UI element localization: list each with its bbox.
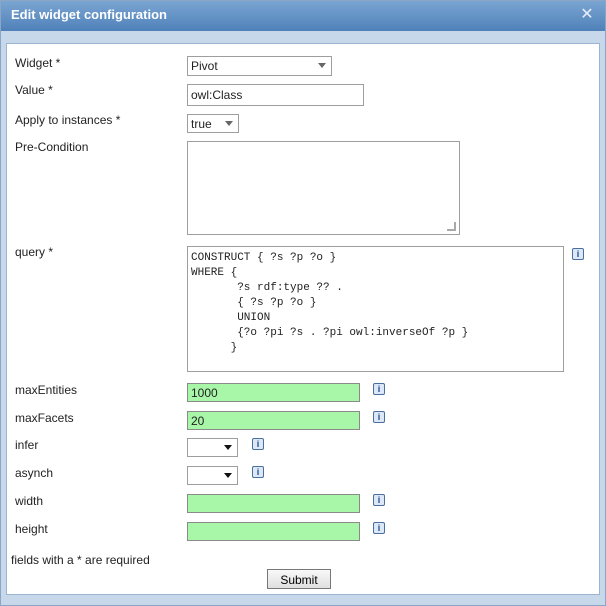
- asynch-label: asynch: [15, 466, 54, 480]
- dialog-titlebar: Edit widget configuration ✕: [1, 1, 605, 31]
- widget-config-dialog: Edit widget configuration ✕ Widget * Piv…: [0, 0, 606, 606]
- widget-select-value: Pivot: [191, 59, 218, 73]
- info-icon-query[interactable]: i: [572, 248, 584, 260]
- width-label: width: [15, 494, 44, 508]
- resize-grip-icon[interactable]: [447, 222, 456, 231]
- max-entities-label: maxEntities: [15, 383, 78, 397]
- value-input[interactable]: owl:Class: [187, 84, 364, 106]
- info-icon-width[interactable]: i: [373, 494, 385, 506]
- infer-label: infer: [15, 438, 39, 452]
- apply-instances-select[interactable]: true: [187, 114, 239, 133]
- max-facets-label: maxFacets: [15, 411, 74, 425]
- query-label: query *: [15, 245, 54, 259]
- close-icon[interactable]: ✕: [579, 7, 595, 23]
- info-icon-infer[interactable]: i: [252, 438, 264, 450]
- chevron-down-icon: [224, 445, 232, 450]
- apply-instances-value: true: [191, 117, 212, 131]
- height-input[interactable]: [187, 522, 360, 541]
- chevron-down-icon: [225, 121, 233, 126]
- dialog-title: Edit widget configuration: [11, 7, 167, 22]
- widget-select[interactable]: Pivot: [187, 56, 332, 76]
- submit-button[interactable]: Submit: [267, 569, 331, 589]
- asynch-select[interactable]: [187, 466, 238, 485]
- max-facets-input[interactable]: 20: [187, 411, 360, 430]
- chevron-down-icon: [224, 473, 232, 478]
- info-icon-max-facets[interactable]: i: [373, 411, 385, 423]
- info-icon-height[interactable]: i: [373, 522, 385, 534]
- value-label: Value *: [15, 83, 53, 97]
- apply-instances-label: Apply to instances *: [15, 113, 121, 127]
- max-entities-input[interactable]: 1000: [187, 383, 360, 402]
- chevron-down-icon: [318, 63, 326, 68]
- form-panel: Widget * Pivot Value * owl:Class Apply t…: [6, 43, 600, 595]
- width-input[interactable]: [187, 494, 360, 513]
- height-label: height: [15, 522, 48, 536]
- info-icon-max-entities[interactable]: i: [373, 383, 385, 395]
- query-textarea[interactable]: CONSTRUCT { ?s ?p ?o } WHERE { ?s rdf:ty…: [187, 246, 564, 372]
- widget-label: Widget *: [15, 56, 61, 70]
- pre-condition-label: Pre-Condition: [15, 140, 89, 154]
- infer-select[interactable]: [187, 438, 238, 457]
- required-fields-note: fields with a * are required: [11, 553, 150, 567]
- info-icon-asynch[interactable]: i: [252, 466, 264, 478]
- pre-condition-textarea[interactable]: [187, 141, 460, 235]
